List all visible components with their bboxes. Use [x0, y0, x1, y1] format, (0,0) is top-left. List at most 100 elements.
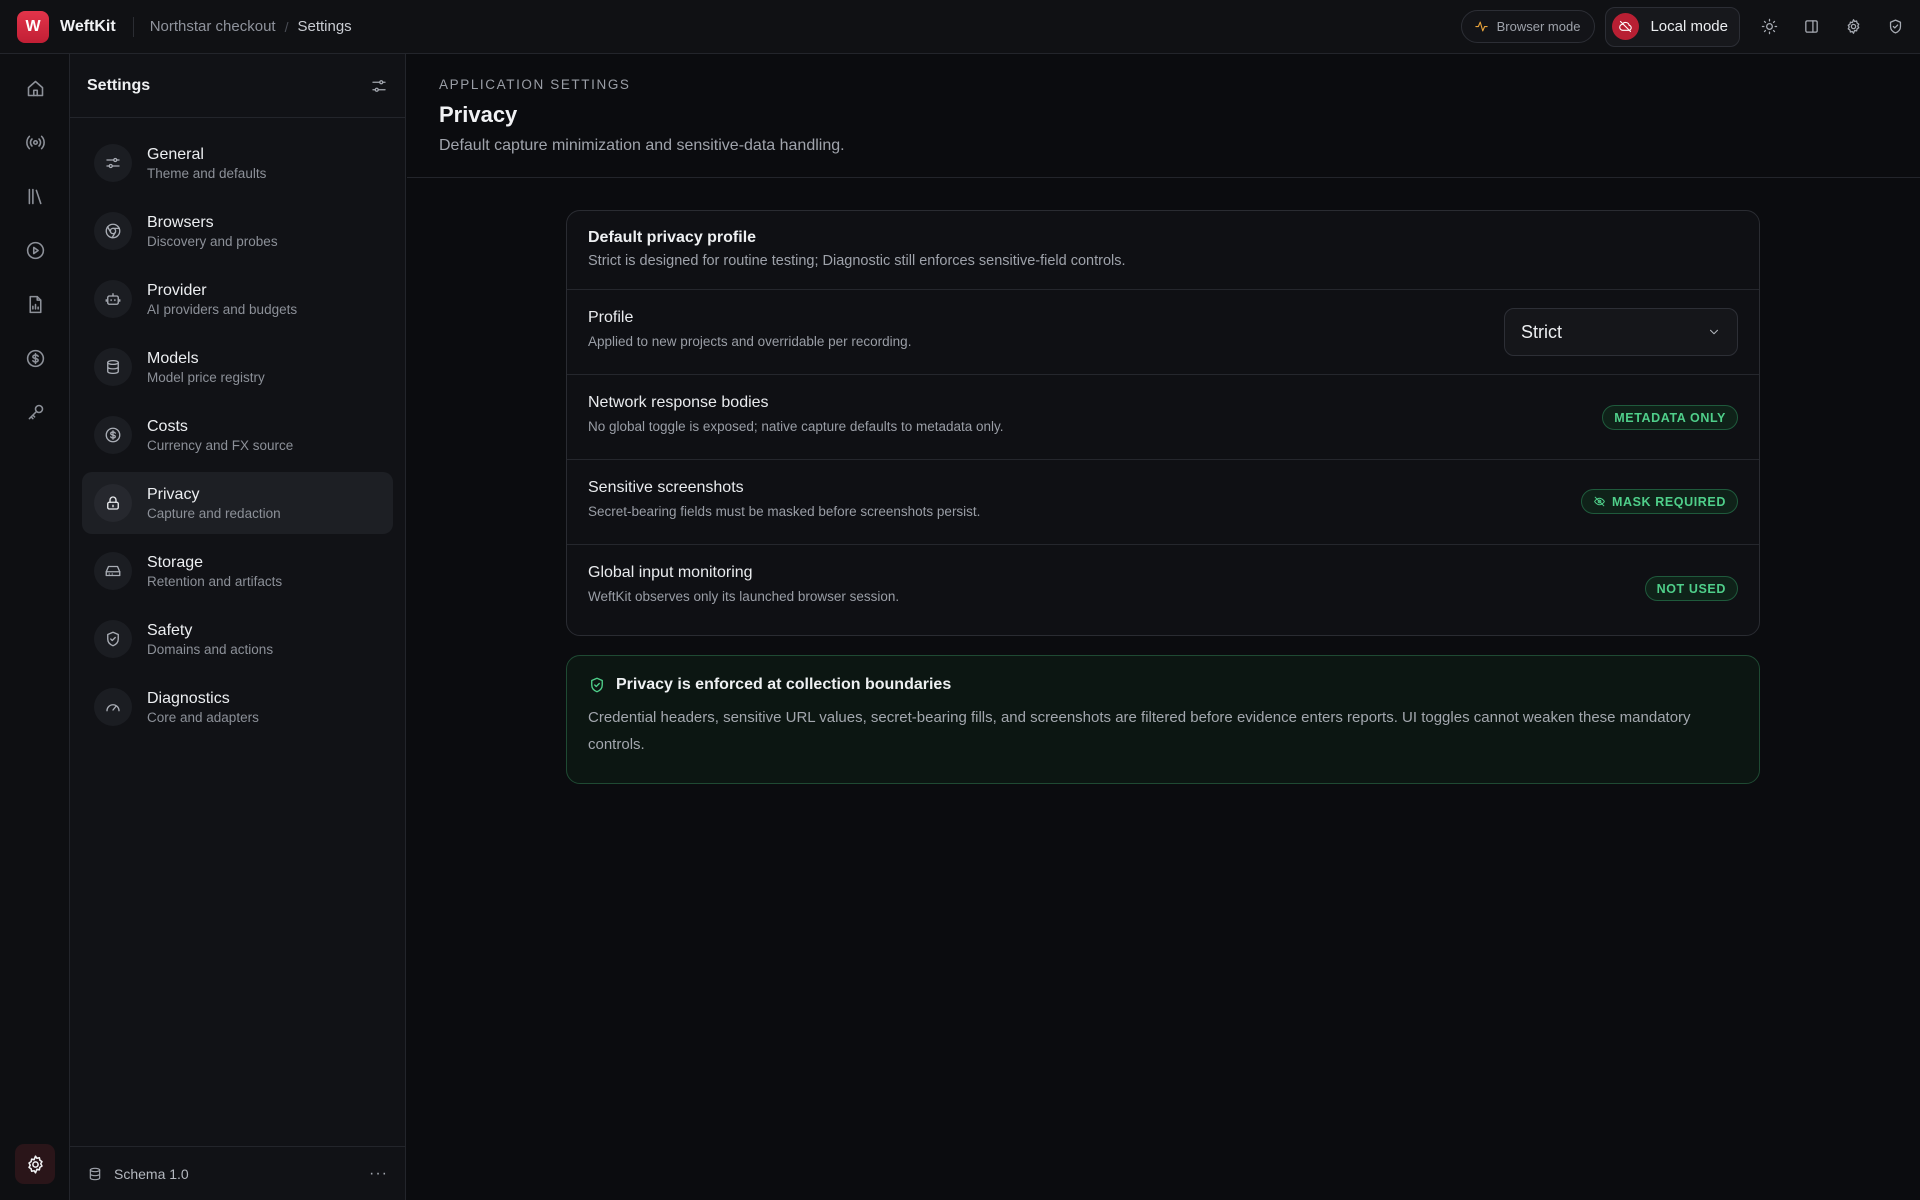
database-icon — [94, 348, 132, 386]
sidebar-item-description: AI providers and budgets — [147, 301, 298, 317]
local-mode-button[interactable]: Local mode — [1605, 6, 1740, 47]
settings-sidebar: Settings General Theme and defaults Brow… — [70, 54, 406, 1200]
sidebar-footer: Schema 1.0 ··· — [70, 1146, 405, 1200]
notice-title: Privacy is enforced at collection bounda… — [616, 676, 952, 693]
status-badge: NOT USED — [1644, 576, 1738, 601]
sidebar-item-description: Core and adapters — [147, 709, 259, 725]
sidebar-header: Settings — [70, 54, 405, 118]
app-name: WeftKit — [60, 17, 116, 35]
breadcrumb-project[interactable]: Northstar checkout — [150, 18, 276, 35]
sidebar-item-label: Storage — [147, 553, 204, 571]
browser-mode-label: Browser mode — [1496, 19, 1581, 34]
dollar-icon — [26, 349, 44, 367]
rail-costs-button[interactable] — [15, 338, 55, 378]
sliders-icon — [94, 144, 132, 182]
setting-description: No global toggle is exposed; native capt… — [588, 419, 1004, 434]
notice-body: Credential headers, sensitive URL values… — [588, 709, 1691, 753]
sidebar-item-diagnostics[interactable]: Diagnostics Core and adapters — [82, 676, 393, 738]
sidebar-item-label: Browsers — [147, 213, 214, 231]
card-header: Default privacy profile Strict is design… — [567, 211, 1759, 290]
setting-label: Network response bodies — [588, 394, 769, 411]
card-title: Default privacy profile — [588, 229, 757, 246]
app-logo: W — [17, 10, 49, 43]
status-badge: METADATA ONLY — [1602, 405, 1738, 430]
rail-home-button[interactable] — [15, 68, 55, 108]
settings-button[interactable] — [1832, 6, 1874, 48]
rail-runs-button[interactable] — [15, 230, 55, 270]
sliders-icon[interactable] — [370, 77, 388, 95]
library-icon — [28, 188, 42, 204]
cloud-off-icon — [1612, 13, 1640, 40]
profile-select[interactable]: Strict — [1504, 308, 1738, 356]
sun-icon — [1761, 18, 1777, 35]
gear-icon — [1847, 19, 1859, 34]
setting-row-input-monitoring: Global input monitoring WeftKit observes… — [567, 545, 1759, 630]
rail-live-button[interactable] — [15, 122, 55, 162]
page-subtitle: Default capture minimization and sensiti… — [439, 137, 845, 154]
schema-version: Schema 1.0 — [114, 1165, 189, 1182]
setting-row-network-bodies: Network response bodies No global toggle… — [567, 375, 1759, 460]
sidebar-item-description: Model price registry — [147, 369, 265, 385]
panel-icon — [1804, 20, 1818, 33]
report-icon — [28, 295, 42, 313]
divider — [132, 16, 134, 37]
card-subtitle: Strict is designed for routine testing; … — [588, 253, 1126, 269]
browser-mode-button[interactable]: Browser mode — [1460, 10, 1596, 43]
sidebar-item-label: Models — [147, 349, 199, 367]
sidebar-item-description: Theme and defaults — [147, 165, 267, 181]
sidebar-item-general[interactable]: General Theme and defaults — [82, 132, 393, 194]
sidebar-item-browsers[interactable]: Browsers Discovery and probes — [82, 200, 393, 262]
gear-icon — [27, 1154, 43, 1174]
panel-toggle-button[interactable] — [1790, 6, 1832, 48]
setting-description: WeftKit observes only its launched brows… — [588, 589, 900, 604]
sidebar-title: Settings — [87, 76, 151, 94]
status-badge-label: METADATA ONLY — [1614, 410, 1726, 425]
rail-settings-button[interactable] — [15, 1144, 55, 1184]
status-badge-label: MASK REQUIRED — [1611, 494, 1726, 509]
shield-icon — [1889, 19, 1901, 34]
shield-check-icon — [591, 677, 603, 693]
sidebar-item-provider[interactable]: Provider AI providers and budgets — [82, 268, 393, 330]
theme-toggle-button[interactable] — [1748, 6, 1790, 48]
sidebar-item-description: Capture and redaction — [147, 505, 281, 521]
bot-icon — [94, 280, 132, 318]
rail-reports-button[interactable] — [15, 284, 55, 324]
privacy-profile-card: Default privacy profile Strict is design… — [566, 210, 1760, 636]
status-badge: MASK REQUIRED — [1580, 489, 1738, 514]
home-icon — [27, 80, 43, 96]
eye-off-icon — [1594, 496, 1605, 507]
page-eyebrow: APPLICATION SETTINGS — [439, 77, 631, 92]
brand[interactable]: W WeftKit — [17, 10, 116, 43]
rail-keys-button[interactable] — [15, 392, 55, 432]
key-icon — [28, 404, 43, 419]
play-icon — [26, 241, 44, 259]
local-mode-label: Local mode — [1650, 18, 1728, 35]
sidebar-item-costs[interactable]: Costs Currency and FX source — [82, 404, 393, 466]
sidebar-item-models[interactable]: Models Model price registry — [82, 336, 393, 398]
sidebar-item-privacy[interactable]: Privacy Capture and redaction — [82, 472, 393, 534]
top-bar: W WeftKit Northstar checkout / Settings … — [0, 0, 1920, 54]
page-title: Privacy — [439, 102, 518, 127]
gauge-icon — [94, 688, 132, 726]
drive-icon — [94, 552, 132, 590]
sidebar-item-label: Diagnostics — [147, 689, 230, 707]
shield-check-icon — [94, 620, 132, 658]
sidebar-item-description: Retention and artifacts — [147, 573, 283, 589]
activity-icon — [1474, 21, 1488, 32]
sidebar-item-storage[interactable]: Storage Retention and artifacts — [82, 540, 393, 602]
sidebar-item-safety[interactable]: Safety Domains and actions — [82, 608, 393, 670]
sidebar-item-label: Provider — [147, 281, 207, 299]
settings-nav: General Theme and defaults Browsers Disc… — [70, 118, 405, 738]
breadcrumb-separator: / — [284, 18, 289, 35]
sidebar-item-label: Costs — [147, 417, 188, 435]
security-button[interactable] — [1874, 6, 1916, 48]
rail-library-button[interactable] — [15, 176, 55, 216]
broadcast-icon — [25, 135, 45, 149]
sidebar-item-label: Safety — [147, 621, 193, 639]
lock-icon — [94, 484, 132, 522]
breadcrumb-current: Settings — [297, 18, 352, 35]
page-header: APPLICATION SETTINGS Privacy Default cap… — [407, 54, 1920, 178]
sidebar-item-label: General — [147, 145, 204, 163]
profile-select-value: Strict — [1521, 321, 1563, 342]
more-icon[interactable]: ··· — [369, 1165, 388, 1183]
